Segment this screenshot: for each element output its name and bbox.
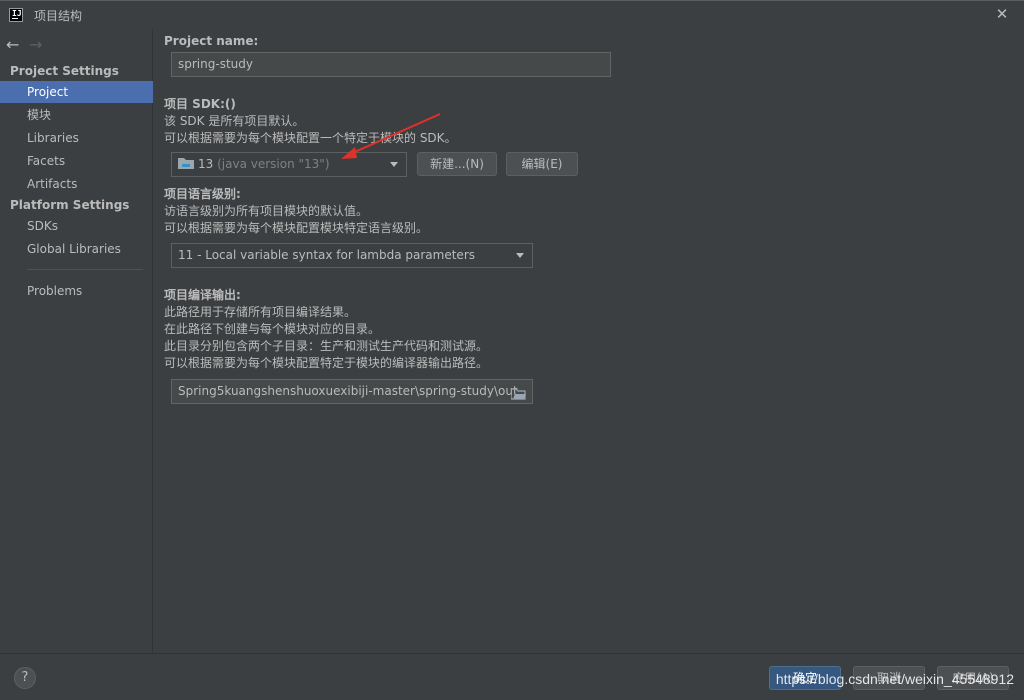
back-arrow-icon[interactable]: ← bbox=[6, 35, 24, 54]
annotation-arrow bbox=[341, 113, 441, 159]
compiler-output-description-1: 此路径用于存储所有项目编译结果。 bbox=[164, 305, 357, 319]
sdk-selected-name: 13 bbox=[198, 157, 214, 171]
language-level-value: 11 - Local variable syntax for lambda pa… bbox=[178, 248, 475, 262]
sidebar-item-global-libraries[interactable]: Global Libraries bbox=[0, 238, 153, 260]
sidebar-divider bbox=[27, 269, 143, 270]
app-icon-text: IJ bbox=[12, 9, 22, 18]
sdk-selected-version: (java version "13") bbox=[217, 157, 330, 171]
language-level-dropdown[interactable]: 11 - Local variable syntax for lambda pa… bbox=[171, 243, 533, 268]
sidebar-item-problems[interactable]: Problems bbox=[0, 280, 153, 302]
language-level-description-1: 访语言级别为所有项目模块的默认值。 bbox=[164, 204, 369, 218]
sdk-description-1: 该 SDK 是所有项目默认。 bbox=[164, 114, 305, 128]
sidebar-item-project[interactable]: Project bbox=[0, 81, 153, 103]
compiler-output-path-value: Spring5kuangshenshuoxuexibiji-master\spr… bbox=[178, 384, 518, 398]
help-button[interactable]: ? bbox=[14, 667, 36, 689]
project-name-label: Project name: bbox=[164, 34, 259, 48]
sdk-folder-icon bbox=[178, 154, 194, 176]
forward-arrow-icon[interactable]: → bbox=[29, 35, 47, 54]
nav-arrows: ← → bbox=[6, 35, 47, 54]
window-title: 项目结构 bbox=[34, 9, 83, 23]
chevron-down-icon bbox=[516, 253, 524, 258]
compiler-output-description-2: 在此路径下创建与每个模块对应的目录。 bbox=[164, 322, 381, 336]
compiler-output-label: 项目编译输出: bbox=[164, 288, 241, 302]
title-bar: IJ 项目结构 ✕ bbox=[0, 0, 1024, 29]
language-level-description-2: 可以根据需要为每个模块配置模块特定语言级别。 bbox=[164, 221, 429, 235]
sidebar: ← → Project Settings Project 模块 Libraries… bbox=[0, 29, 153, 653]
project-sdk-label: 项目 SDK:() bbox=[164, 97, 236, 111]
platform-settings-header: Platform Settings bbox=[10, 198, 130, 212]
sidebar-item-artifacts[interactable]: Artifacts bbox=[0, 173, 153, 195]
sidebar-item-facets[interactable]: Facets bbox=[0, 150, 153, 172]
sidebar-item-libraries[interactable]: Libraries bbox=[0, 127, 153, 149]
sidebar-item-modules[interactable]: 模块 bbox=[0, 104, 153, 126]
project-settings-panel: Project name: spring-study 项目 SDK:() 该 S… bbox=[153, 29, 1024, 653]
close-icon[interactable]: ✕ bbox=[994, 6, 1010, 22]
project-settings-header: Project Settings bbox=[10, 64, 119, 78]
watermark: https://blog.csdn.net/weixin_45548912 bbox=[775, 671, 1014, 687]
compiler-output-description-4: 可以根据需要为每个模块配置特定于模块的编译器输出路径。 bbox=[164, 356, 489, 370]
compiler-output-path-input[interactable]: Spring5kuangshenshuoxuexibiji-master\spr… bbox=[171, 379, 533, 404]
dialog-footer: ? 确定 取消 应用(A) https://blog.csdn.net/weix… bbox=[0, 653, 1024, 700]
sidebar-item-sdks[interactable]: SDKs bbox=[0, 215, 153, 237]
compiler-output-description-3: 此目录分别包含两个子目录：生产和测试生产代码和测试源。 bbox=[164, 339, 489, 353]
language-level-label: 项目语言级别: bbox=[164, 187, 241, 201]
edit-sdk-button[interactable]: 编辑(E) bbox=[506, 152, 578, 176]
browse-folder-icon[interactable] bbox=[510, 385, 526, 403]
project-name-input[interactable]: spring-study bbox=[171, 52, 611, 77]
intellij-app-icon: IJ bbox=[9, 8, 23, 22]
